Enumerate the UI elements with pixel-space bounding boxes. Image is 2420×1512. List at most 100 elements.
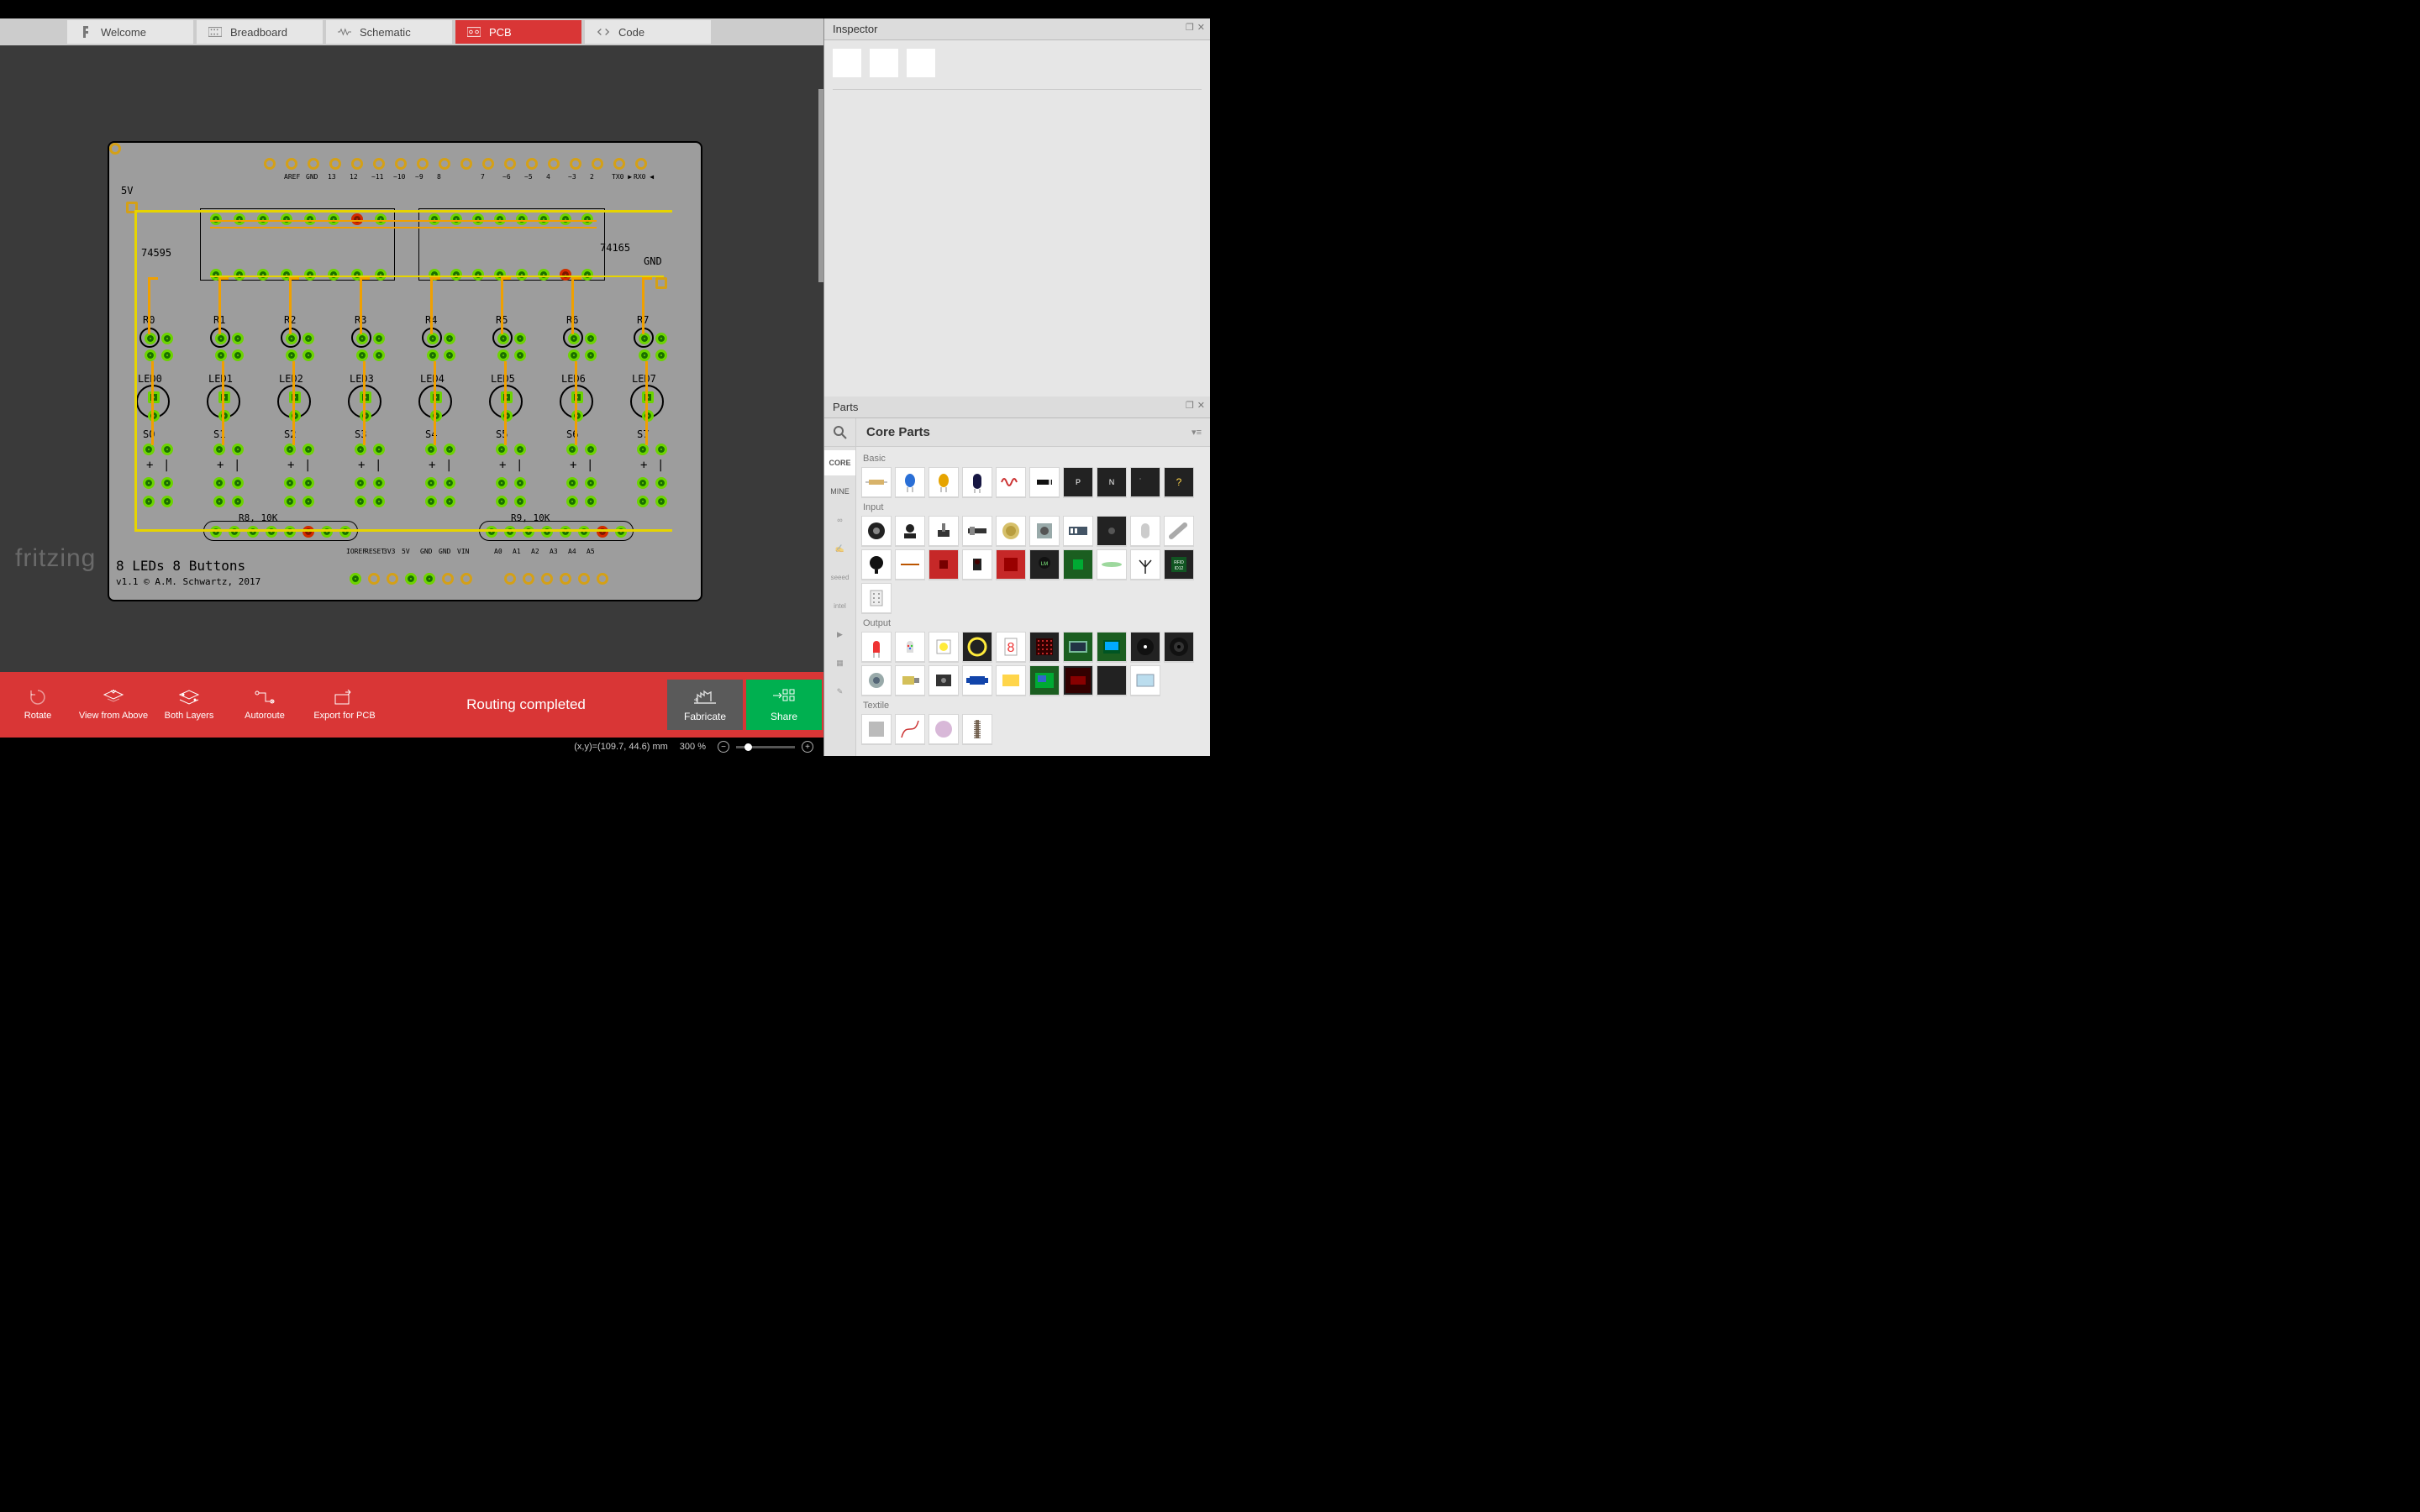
pad[interactable] (329, 158, 341, 170)
pad[interactable] (430, 410, 442, 422)
part-stepper[interactable] (929, 665, 959, 696)
pad[interactable] (360, 410, 371, 422)
pad[interactable] (642, 410, 654, 422)
zoom-in-button[interactable]: + (802, 741, 813, 753)
part-capacitor-tantalum[interactable] (929, 467, 959, 497)
pad[interactable] (373, 158, 385, 170)
pad[interactable] (538, 213, 550, 225)
pad[interactable] (566, 477, 578, 489)
bin-tab-chip[interactable]: ▦ (824, 650, 855, 675)
pad[interactable] (568, 333, 580, 344)
pad[interactable] (425, 496, 437, 507)
part-neopixel-ring[interactable] (962, 632, 992, 662)
pad[interactable] (373, 477, 385, 489)
part-microphone[interactable] (861, 549, 892, 580)
parts-scroll[interactable]: Basic PN? Input LMRFIDID12 Output 8 Text… (856, 447, 1210, 756)
pad[interactable] (351, 158, 363, 170)
pad[interactable] (355, 477, 366, 489)
part-mystery-part[interactable]: ? (1164, 467, 1194, 497)
part-lcd[interactable] (1063, 632, 1093, 662)
pad[interactable] (257, 213, 269, 225)
part-slide-switch[interactable] (962, 516, 992, 546)
pad[interactable] (460, 573, 472, 585)
pad[interactable] (585, 477, 597, 489)
pad[interactable] (516, 269, 528, 281)
pad[interactable] (308, 158, 319, 170)
zoom-out-button[interactable]: − (718, 741, 729, 753)
pad[interactable] (560, 213, 571, 225)
part-flex-sensor[interactable] (1097, 549, 1127, 580)
bin-tab-arduino[interactable]: ∞ (824, 507, 855, 533)
pad[interactable] (355, 496, 366, 507)
bin-tab-contrib[interactable]: ✍ (824, 536, 855, 561)
pad[interactable] (526, 158, 538, 170)
pad[interactable] (655, 496, 667, 507)
pad[interactable] (328, 269, 339, 281)
pad[interactable] (373, 333, 385, 344)
pad[interactable] (514, 349, 526, 361)
pad[interactable] (639, 349, 650, 361)
pad[interactable] (444, 333, 455, 344)
tab-breadboard[interactable]: Breadboard (197, 20, 323, 44)
pad[interactable] (504, 158, 516, 170)
pad[interactable] (444, 477, 455, 489)
part-toggle-switch[interactable] (929, 516, 959, 546)
part-7seg[interactable]: 8 (996, 632, 1026, 662)
pad[interactable] (286, 158, 297, 170)
pad[interactable] (281, 213, 292, 225)
pad[interactable] (355, 444, 366, 455)
rotate-button[interactable]: Rotate (0, 672, 76, 738)
panel-undock-icon[interactable]: ❐ (1186, 400, 1194, 411)
bin-tab-tools[interactable]: ✎ (824, 679, 855, 704)
part-zipper[interactable] (962, 714, 992, 744)
part-dc-motor[interactable] (895, 665, 925, 696)
pad[interactable] (148, 391, 160, 403)
part-capacitor-ceramic[interactable] (895, 467, 925, 497)
pad[interactable] (655, 477, 667, 489)
pad[interactable] (450, 269, 462, 281)
pad[interactable] (585, 496, 597, 507)
tab-pcb[interactable]: PCB (455, 20, 581, 44)
pad[interactable] (578, 573, 590, 585)
pad[interactable] (302, 444, 314, 455)
pad[interactable] (655, 444, 667, 455)
part-solenoid[interactable] (1063, 665, 1093, 696)
pad[interactable] (655, 349, 667, 361)
pad[interactable] (145, 333, 156, 344)
part-gps-module[interactable] (996, 549, 1026, 580)
fabricate-button[interactable]: Fabricate (667, 680, 743, 730)
pad[interactable] (264, 158, 276, 170)
pad[interactable] (592, 158, 603, 170)
pad[interactable] (161, 349, 173, 361)
scrollbar-vertical[interactable] (818, 89, 823, 282)
pad[interactable] (635, 158, 647, 170)
pad[interactable] (351, 213, 363, 225)
pad[interactable] (571, 391, 583, 403)
both-layers-button[interactable]: Both Layers (151, 672, 227, 738)
pad[interactable] (304, 213, 316, 225)
pad[interactable] (213, 444, 225, 455)
part-inductor[interactable] (996, 467, 1026, 497)
pad[interactable] (161, 333, 173, 344)
pad[interactable] (302, 496, 314, 507)
part-lcd-glass[interactable] (1130, 665, 1160, 696)
pad[interactable] (637, 477, 649, 489)
pad[interactable] (395, 158, 407, 170)
part-lilypad[interactable] (929, 714, 959, 744)
pad[interactable] (424, 573, 435, 585)
part-h-bridge[interactable] (1097, 665, 1127, 696)
part-conductive-fabric[interactable] (861, 714, 892, 744)
part-joystick[interactable] (895, 516, 925, 546)
tab-schematic[interactable]: Schematic (326, 20, 452, 44)
pad[interactable] (427, 333, 439, 344)
pad[interactable] (304, 269, 316, 281)
pad[interactable] (442, 573, 454, 585)
pad[interactable] (213, 477, 225, 489)
pad[interactable] (286, 333, 297, 344)
pad[interactable] (655, 333, 667, 344)
pad[interactable] (218, 410, 230, 422)
pad[interactable] (472, 269, 484, 281)
pad[interactable] (496, 496, 508, 507)
pad[interactable] (585, 349, 597, 361)
pad[interactable] (328, 213, 339, 225)
